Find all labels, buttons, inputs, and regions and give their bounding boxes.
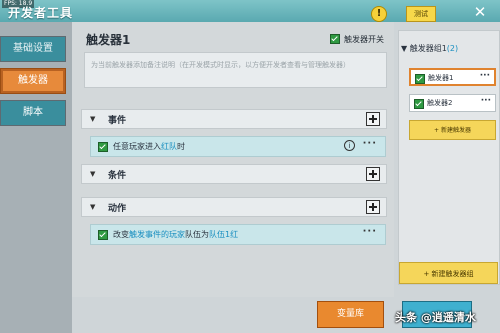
- action-enable-checkbox[interactable]: [98, 230, 108, 240]
- trigger-group-header[interactable]: ▼ 触发器组1(2): [401, 43, 458, 54]
- chevron-down-icon[interactable]: ▼: [401, 44, 410, 53]
- condition-section-label: 条件: [108, 171, 127, 181]
- trigger-checkbox[interactable]: [415, 74, 425, 84]
- watermark-text: 头条 @逍遥清水: [395, 311, 476, 324]
- action-team-param[interactable]: 队伍1红: [209, 230, 238, 239]
- sidebar-item-basic-settings[interactable]: 基础设置: [0, 36, 66, 62]
- new-trigger-button[interactable]: + 新建触发器: [409, 120, 496, 140]
- event-text[interactable]: 任意玩家进入红队时: [113, 141, 185, 152]
- trigger-enable-checkbox[interactable]: [330, 34, 340, 44]
- title-bar: FPS: 18.9 开发者工具 ! 测试 ✕: [0, 0, 500, 22]
- trigger-checkbox[interactable]: [414, 99, 424, 109]
- action-player-param[interactable]: 触发事件的玩家: [129, 230, 185, 239]
- trigger-list-item[interactable]: 触发器2 ···: [409, 94, 496, 112]
- trigger-list-panel: ▼ 触发器组1(2) 触发器1 ··· 触发器2 ··· + 新建触发器: [398, 30, 500, 285]
- add-event-icon[interactable]: [366, 112, 380, 126]
- more-options-icon[interactable]: ···: [481, 96, 491, 106]
- trigger-enable-label: 触发器开关: [344, 35, 384, 44]
- collapse-arrow-icon[interactable]: ▼: [90, 115, 95, 123]
- more-options-icon[interactable]: ···: [480, 71, 490, 81]
- close-icon[interactable]: ✕: [470, 3, 490, 21]
- trigger-description-field[interactable]: 为当前触发器添加备注说明（在开发模式时显示，以方便开发者查看与管理触发器）: [84, 52, 387, 88]
- event-section-header[interactable]: ▼ 事件: [81, 109, 387, 129]
- sidebar-item-triggers[interactable]: 触发器: [0, 68, 66, 94]
- event-team-param[interactable]: 红队: [161, 142, 177, 151]
- event-section-label: 事件: [108, 116, 127, 126]
- add-action-icon[interactable]: [366, 200, 380, 214]
- more-options-icon[interactable]: ···: [363, 226, 377, 237]
- trigger-editor-panel: 触发器1 触发器开关 为当前触发器添加备注说明（在开发模式时显示，以方便开发者查…: [72, 22, 394, 297]
- test-button[interactable]: 测试: [406, 6, 436, 22]
- info-icon[interactable]: i: [344, 140, 355, 151]
- trigger-item-label: 触发器2: [427, 99, 453, 107]
- event-row[interactable]: 任意玩家进入红队时 i ···: [90, 136, 386, 157]
- event-enable-checkbox[interactable]: [98, 142, 108, 152]
- sidebar-item-scripts[interactable]: 脚本: [0, 100, 66, 126]
- variable-library-button[interactable]: 变量库: [317, 301, 384, 328]
- trigger-title: 触发器1: [86, 33, 131, 47]
- trigger-list-item[interactable]: 触发器1 ···: [409, 68, 496, 86]
- collapse-arrow-icon[interactable]: ▼: [90, 203, 95, 211]
- new-trigger-group-button[interactable]: + 新建触发器组: [399, 262, 498, 284]
- condition-section-header[interactable]: ▼ 条件: [81, 164, 387, 184]
- collapse-arrow-icon[interactable]: ▼: [90, 170, 95, 178]
- action-section-label: 动作: [108, 204, 127, 214]
- action-text[interactable]: 改变触发事件的玩家队伍为队伍1红: [113, 229, 238, 240]
- more-options-icon[interactable]: ···: [363, 138, 377, 149]
- app-title: 开发者工具: [8, 6, 74, 20]
- trigger-item-label: 触发器1: [428, 74, 454, 82]
- sidebar: 基础设置 触发器 脚本: [0, 22, 72, 333]
- action-section-header[interactable]: ▼ 动作: [81, 197, 387, 217]
- action-row[interactable]: 改变触发事件的玩家队伍为队伍1红 ···: [90, 224, 386, 245]
- warning-icon[interactable]: !: [371, 6, 387, 22]
- add-condition-icon[interactable]: [366, 167, 380, 181]
